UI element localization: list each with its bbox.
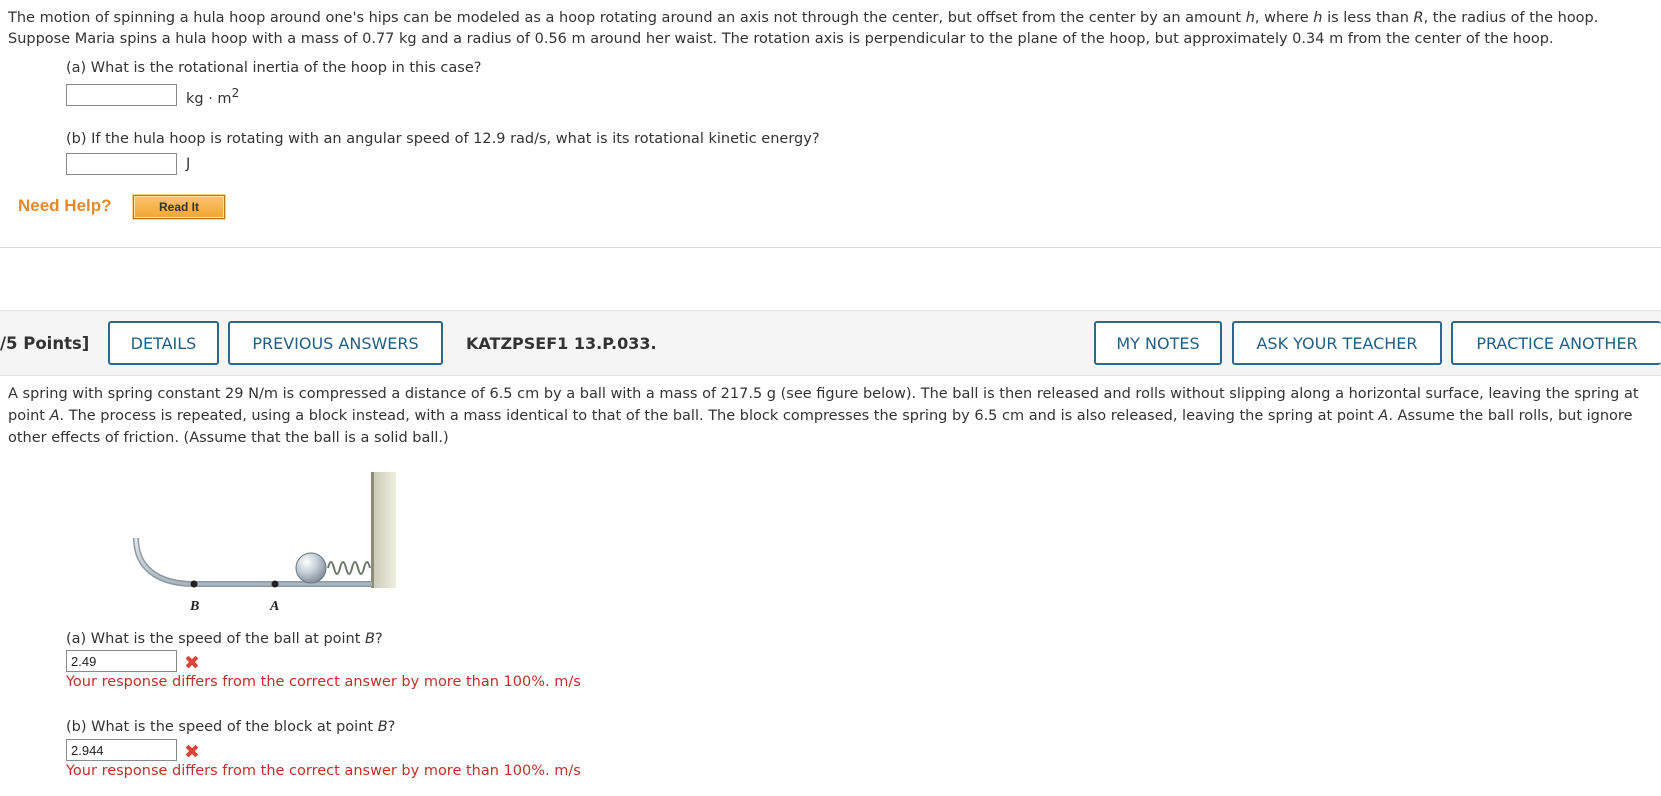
spring-ball-figure: B A xyxy=(133,472,396,612)
track xyxy=(133,537,372,587)
practice-another-button[interactable]: PRACTICE ANOTHER xyxy=(1451,321,1661,365)
part-b-question: (b) If the hula hoop is rotating with an… xyxy=(66,131,820,147)
block-speed-question: (b) What is the speed of the block at po… xyxy=(66,719,396,735)
kinetic-energy-input[interactable] xyxy=(66,153,177,175)
point-a-dot xyxy=(271,580,279,588)
points-label: /5 Points] xyxy=(0,334,90,353)
wall xyxy=(372,472,396,588)
incorrect-x-icon: ✖ xyxy=(184,741,200,763)
details-button[interactable]: DETAILS xyxy=(108,321,219,365)
ask-your-teacher-button[interactable]: ASK YOUR TEACHER xyxy=(1232,321,1442,365)
my-notes-button[interactable]: MY NOTES xyxy=(1094,321,1222,365)
need-help-label: Need Help? xyxy=(18,196,112,215)
rotational-inertia-input[interactable] xyxy=(66,84,177,106)
block-speed-input[interactable] xyxy=(66,739,177,761)
point-b-dot xyxy=(190,580,198,588)
problem1-text: The motion of spinning a hula hoop aroun… xyxy=(8,10,1599,47)
part-a-unit: kg · m2 xyxy=(186,86,240,107)
ball-speed-question: (a) What is the speed of the ball at poi… xyxy=(66,631,383,647)
incorrect-x-icon: ✖ xyxy=(184,652,200,674)
ball-icon xyxy=(295,552,327,584)
problem2-text: A spring with spring constant 29 N/m is … xyxy=(8,386,1639,446)
block-speed-feedback: Your response differs from the correct a… xyxy=(66,763,581,779)
ball-speed-feedback: Your response differs from the correct a… xyxy=(66,674,581,690)
part-a-question: (a) What is the rotational inertia of th… xyxy=(66,60,482,76)
part-b-unit: J xyxy=(186,156,191,172)
section-divider xyxy=(0,247,1661,248)
previous-answers-button[interactable]: PREVIOUS ANSWERS xyxy=(228,321,443,365)
ball-speed-input[interactable] xyxy=(66,650,177,672)
question-code: KATZPSEF1 13.P.033. xyxy=(466,334,657,353)
read-it-button[interactable]: Read It xyxy=(132,194,226,220)
point-a-label: A xyxy=(269,599,279,612)
spring-icon xyxy=(327,561,371,575)
point-b-label: B xyxy=(189,599,199,612)
